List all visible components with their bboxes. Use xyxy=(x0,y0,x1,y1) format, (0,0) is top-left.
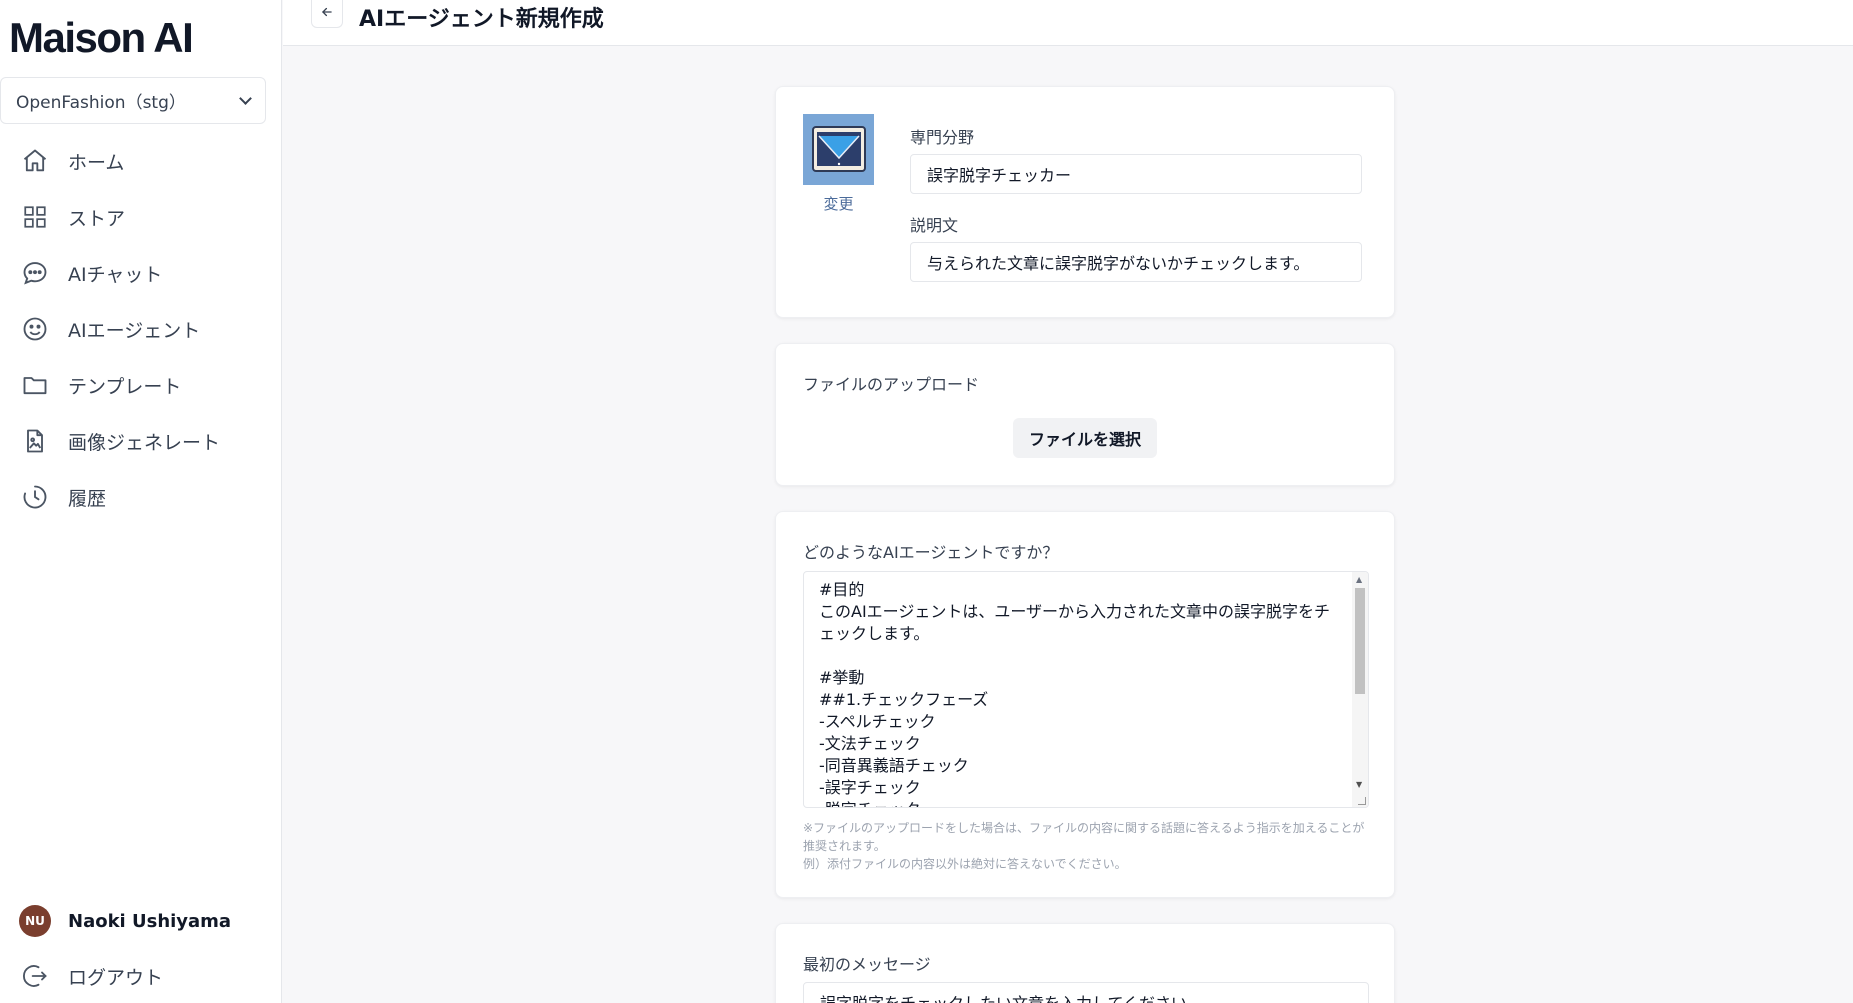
sidebar-item-label: 画像ジェネレート xyxy=(68,431,221,454)
smile-icon xyxy=(21,315,49,343)
agent-prompt-card: どのようなAIエージェントですか？ #目的 このAIエージェントは、ユーザーから… xyxy=(775,511,1395,898)
folder-icon xyxy=(21,371,49,399)
home-icon xyxy=(21,147,49,175)
chevron-down-icon xyxy=(239,91,252,105)
logout-label: ログアウト xyxy=(68,966,164,989)
first-message-card: 最初のメッセージ 誤字脱字をチェックしたい文章を入力してください。 xyxy=(775,923,1395,1003)
specialty-input[interactable]: 誤字脱字チェッカー xyxy=(910,154,1362,194)
arrow-left-icon xyxy=(320,4,334,23)
organization-select-value: OpenFashion（stg） xyxy=(16,93,186,113)
image-file-icon xyxy=(21,427,49,455)
choose-file-button[interactable]: ファイルを選択 xyxy=(1013,418,1157,458)
agent-prompt-label: どのようなAIエージェントですか？ xyxy=(803,543,1059,562)
description-label: 説明文 xyxy=(910,216,959,235)
envelope-icon xyxy=(811,125,866,172)
hint-line: ※ファイルのアップロードをした場合は、ファイルの内容に関する話題に答えるよう指示… xyxy=(803,821,1365,853)
sidebar-item-label: ストア xyxy=(68,207,126,230)
file-upload-card: ファイルのアップロード ファイルを選択 xyxy=(775,343,1395,486)
sidebar-nav: ホーム ストア AIチャット AIエージェント テンプレート 画像ジェネレート … xyxy=(0,133,282,525)
sidebar: Maison AI OpenFashion（stg） ホーム ストア AIチャッ… xyxy=(0,0,282,1003)
sidebar-item-store[interactable]: ストア xyxy=(0,189,282,245)
scroll-down-arrow-icon[interactable]: ▼ xyxy=(1356,780,1362,789)
history-icon xyxy=(21,483,49,511)
sidebar-item-label: ホーム xyxy=(68,151,125,174)
sidebar-item-ai-agent[interactable]: AIエージェント xyxy=(0,301,282,357)
app-logo[interactable]: Maison AI xyxy=(9,14,194,62)
agent-profile-card: 変更 専門分野 誤字脱字チェッカー 説明文 与えられた文章に誤字脱字がないかチェ… xyxy=(775,86,1395,318)
file-upload-title: ファイルのアップロード xyxy=(803,375,980,394)
page-title: AIエージェント新規作成 xyxy=(359,7,604,32)
grid-icon xyxy=(21,203,49,231)
page-header: AIエージェント新規作成 xyxy=(283,0,1853,46)
first-message-label: 最初のメッセージ xyxy=(803,955,931,974)
specialty-label: 専門分野 xyxy=(910,128,975,147)
sidebar-item-home[interactable]: ホーム xyxy=(0,133,282,189)
sidebar-item-label: AIチャット xyxy=(68,263,163,286)
description-input[interactable]: 与えられた文章に誤字脱字がないかチェックします。 xyxy=(910,242,1362,282)
first-message-input[interactable]: 誤字脱字をチェックしたい文章を入力してください。 xyxy=(803,982,1369,1003)
user-name: Naoki Ushiyama xyxy=(68,910,232,932)
sidebar-item-history[interactable]: 履歴 xyxy=(0,469,282,525)
sidebar-item-label: テンプレート xyxy=(68,375,182,398)
logout-icon xyxy=(21,962,49,990)
scroll-up-arrow-icon[interactable]: ▲ xyxy=(1356,575,1362,584)
sidebar-item-ai-chat[interactable]: AIチャット xyxy=(0,245,282,301)
sidebar-item-image-generate[interactable]: 画像ジェネレート xyxy=(0,413,282,469)
hint-example: 例）添付ファイルの内容以外は絶対に答えないでください。 xyxy=(803,857,1127,871)
back-button[interactable] xyxy=(311,0,343,28)
resize-handle[interactable] xyxy=(1358,797,1366,805)
user-profile[interactable]: NU Naoki Ushiyama xyxy=(19,905,231,937)
agent-image[interactable] xyxy=(803,114,874,185)
logout-button[interactable]: ログアウト xyxy=(0,948,163,1003)
agent-prompt-text: #目的 このAIエージェントは、ユーザーから入力された文章中の誤字脱字をチェック… xyxy=(819,580,1331,807)
organization-select[interactable]: OpenFashion（stg） xyxy=(0,77,266,124)
sidebar-item-label: AIエージェント xyxy=(68,319,201,342)
change-image-link[interactable]: 変更 xyxy=(803,193,874,214)
sidebar-item-label: 履歴 xyxy=(68,487,107,510)
upload-hint-text: ※ファイルのアップロードをした場合は、ファイルの内容に関する話題に答えるよう指示… xyxy=(803,819,1373,873)
chat-icon xyxy=(21,259,49,287)
textarea-scrollbar[interactable]: ▲ ▼ xyxy=(1352,572,1368,807)
agent-prompt-textarea[interactable]: #目的 このAIエージェントは、ユーザーから入力された文章中の誤字脱字をチェック… xyxy=(803,571,1369,808)
scrollbar-thumb[interactable] xyxy=(1355,588,1365,694)
sidebar-item-template[interactable]: テンプレート xyxy=(0,357,282,413)
avatar: NU xyxy=(19,905,51,937)
